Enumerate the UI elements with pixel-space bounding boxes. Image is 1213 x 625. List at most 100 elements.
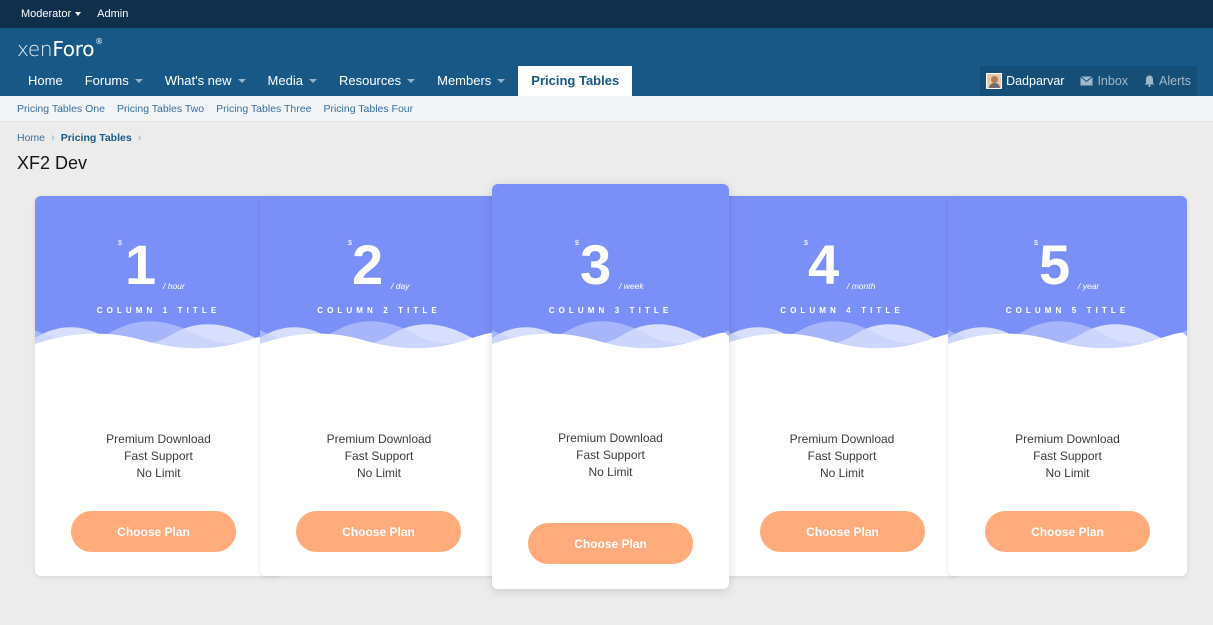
price-amount: 1: [125, 233, 157, 296]
price: $3 / week: [492, 235, 729, 300]
pricing-card: $1 / hour COLUMN 1 TITLE Premium Download Fa…: [35, 196, 282, 576]
nav-tab-pricing-tables[interactable]: Pricing Tables: [518, 66, 633, 96]
feature-list: Premium Download Fast Support No Limit: [724, 431, 960, 482]
envelope-icon: [1080, 76, 1094, 86]
feature-item: Premium Download: [1015, 432, 1120, 446]
pricing-card: $2/ day COLUMN 2 TITLE Premium Download Fas…: [260, 196, 498, 576]
feature-item: No Limit: [356, 466, 401, 480]
chevron-down-icon[interactable]: [237, 79, 246, 83]
nav-resources-label: Resources: [338, 73, 402, 88]
feature-item: Fast Support: [124, 449, 193, 463]
feature-item: Fast Support: [1033, 449, 1102, 463]
nav-members-label: Members: [437, 73, 492, 88]
breadcrumb-separator-icon: ›: [137, 132, 142, 144]
feature-list: Premium Download Fast Support No Limit: [492, 430, 729, 481]
feature-list: Premium Download Fast Support No Limit: [35, 431, 282, 482]
price-period: / day: [391, 281, 410, 291]
sub-nav: Pricing Tables One Pricing Tables Two Pr…: [0, 96, 1213, 122]
wave-decoration: [35, 321, 282, 358]
price: $1 / hour: [35, 235, 282, 300]
pricing-card: $3 / week COLUMN 3 TITLE Premium Download Fa…: [492, 184, 729, 589]
price-period: / month: [847, 281, 876, 291]
nav-tab-resources[interactable]: Resources: [328, 66, 426, 96]
breadcrumb-separator-icon: ›: [51, 132, 55, 144]
nav-pricing-tables-label: Pricing Tables: [531, 73, 620, 88]
inbox-link[interactable]: Inbox: [1080, 74, 1128, 88]
currency-symbol: $: [575, 240, 579, 247]
feature-item: Premium Download: [326, 432, 432, 446]
breadcrumb-current[interactable]: Pricing Tables: [61, 132, 132, 144]
username: Dadparvar: [1006, 74, 1065, 88]
bell-icon: [1144, 75, 1155, 87]
inbox-label: Inbox: [1097, 74, 1129, 88]
price: $5 / year: [948, 235, 1187, 300]
feature-item: Premium Download: [106, 432, 211, 446]
feature-list: Premium Download Fast Support No Limit: [260, 431, 498, 482]
moderator-menu[interactable]: Moderator: [21, 8, 82, 20]
logo-part2: Foro: [52, 37, 95, 61]
feature-item: No Limit: [1045, 466, 1090, 480]
pricing-card: $5 / year COLUMN 5 TITLE Premium Download Fa…: [948, 196, 1187, 576]
pricing-card: $4/ month COLUMN 4 TITLE Premium Download F…: [724, 196, 960, 576]
subnav-item[interactable]: Pricing Tables Two: [117, 103, 204, 115]
subnav-item[interactable]: Pricing Tables Four: [323, 103, 413, 115]
feature-item: Fast Support: [807, 449, 877, 463]
price: $4/ month: [724, 235, 960, 300]
main-nav: Home Forums What's new Media Resources M…: [17, 66, 633, 96]
choose-plan-button[interactable]: Choose Plan: [760, 511, 925, 552]
admin-link[interactable]: Admin: [97, 8, 128, 20]
nav-whats-new-label: What's new: [164, 73, 232, 88]
avatar: [986, 73, 1003, 89]
chevron-down-icon[interactable]: [134, 79, 143, 83]
column-title: COLUMN 1 TITLE: [96, 306, 221, 315]
price-period: / week: [619, 281, 644, 291]
price-amount: 2: [352, 233, 384, 296]
nav-tab-whats-new[interactable]: What's new: [154, 66, 257, 96]
nav-tab-media[interactable]: Media: [257, 66, 328, 96]
alerts-label: Alerts: [1159, 74, 1191, 88]
feature-item: Fast Support: [344, 449, 414, 463]
nav-forums-label: Forums: [84, 73, 129, 88]
chevron-down-icon[interactable]: [407, 79, 416, 83]
currency-symbol: $: [118, 240, 122, 247]
page-title: XF2 Dev: [17, 153, 88, 173]
nav-tab-members[interactable]: Members: [426, 66, 516, 96]
caret-down-icon: [75, 12, 82, 16]
feature-item: No Limit: [588, 465, 633, 479]
wave-decoration: [948, 321, 1187, 358]
price-amount: 4: [808, 233, 840, 296]
nav-media-label: Media: [267, 73, 303, 88]
subnav-item[interactable]: Pricing Tables Three: [216, 103, 311, 115]
breadcrumb: Home › Pricing Tables ›: [17, 132, 141, 144]
choose-plan-button[interactable]: Choose Plan: [985, 511, 1150, 552]
chevron-down-icon[interactable]: [497, 79, 506, 83]
subnav-item[interactable]: Pricing Tables One: [17, 103, 105, 115]
breadcrumb-home[interactable]: Home: [17, 132, 45, 144]
choose-plan-button[interactable]: Choose Plan: [71, 511, 236, 552]
nav-tab-home[interactable]: Home: [17, 66, 74, 96]
price-period: / hour: [163, 281, 185, 291]
alerts-link[interactable]: Alerts: [1144, 74, 1191, 88]
feature-item: Premium Download: [558, 431, 663, 445]
column-title: COLUMN 2 TITLE: [317, 306, 441, 315]
feature-item: No Limit: [136, 466, 181, 480]
logo-mark: ®: [95, 37, 103, 46]
choose-plan-button[interactable]: Choose Plan: [528, 523, 693, 564]
account-link[interactable]: Dadparvar: [986, 73, 1064, 89]
column-title: COLUMN 5 TITLE: [1005, 306, 1130, 315]
moderator-label: Moderator: [21, 8, 72, 20]
user-nav: Dadparvar Inbox Alerts: [980, 66, 1197, 96]
site-logo[interactable]: xenForo®: [17, 37, 103, 61]
column-title: COLUMN 4 TITLE: [780, 306, 904, 315]
currency-symbol: $: [1034, 240, 1038, 247]
price: $2/ day: [260, 235, 498, 300]
wave-decoration: [724, 321, 960, 358]
logo-part1: xen: [17, 37, 53, 61]
choose-plan-button[interactable]: Choose Plan: [296, 511, 461, 552]
feature-list: Premium Download Fast Support No Limit: [948, 431, 1187, 482]
chevron-down-icon[interactable]: [308, 79, 317, 83]
site-header: xenForo® Home Forums What's new Media Re…: [0, 28, 1213, 96]
price-period: / year: [1078, 281, 1100, 291]
nav-tab-forums[interactable]: Forums: [74, 66, 154, 96]
feature-item: Fast Support: [576, 448, 645, 462]
